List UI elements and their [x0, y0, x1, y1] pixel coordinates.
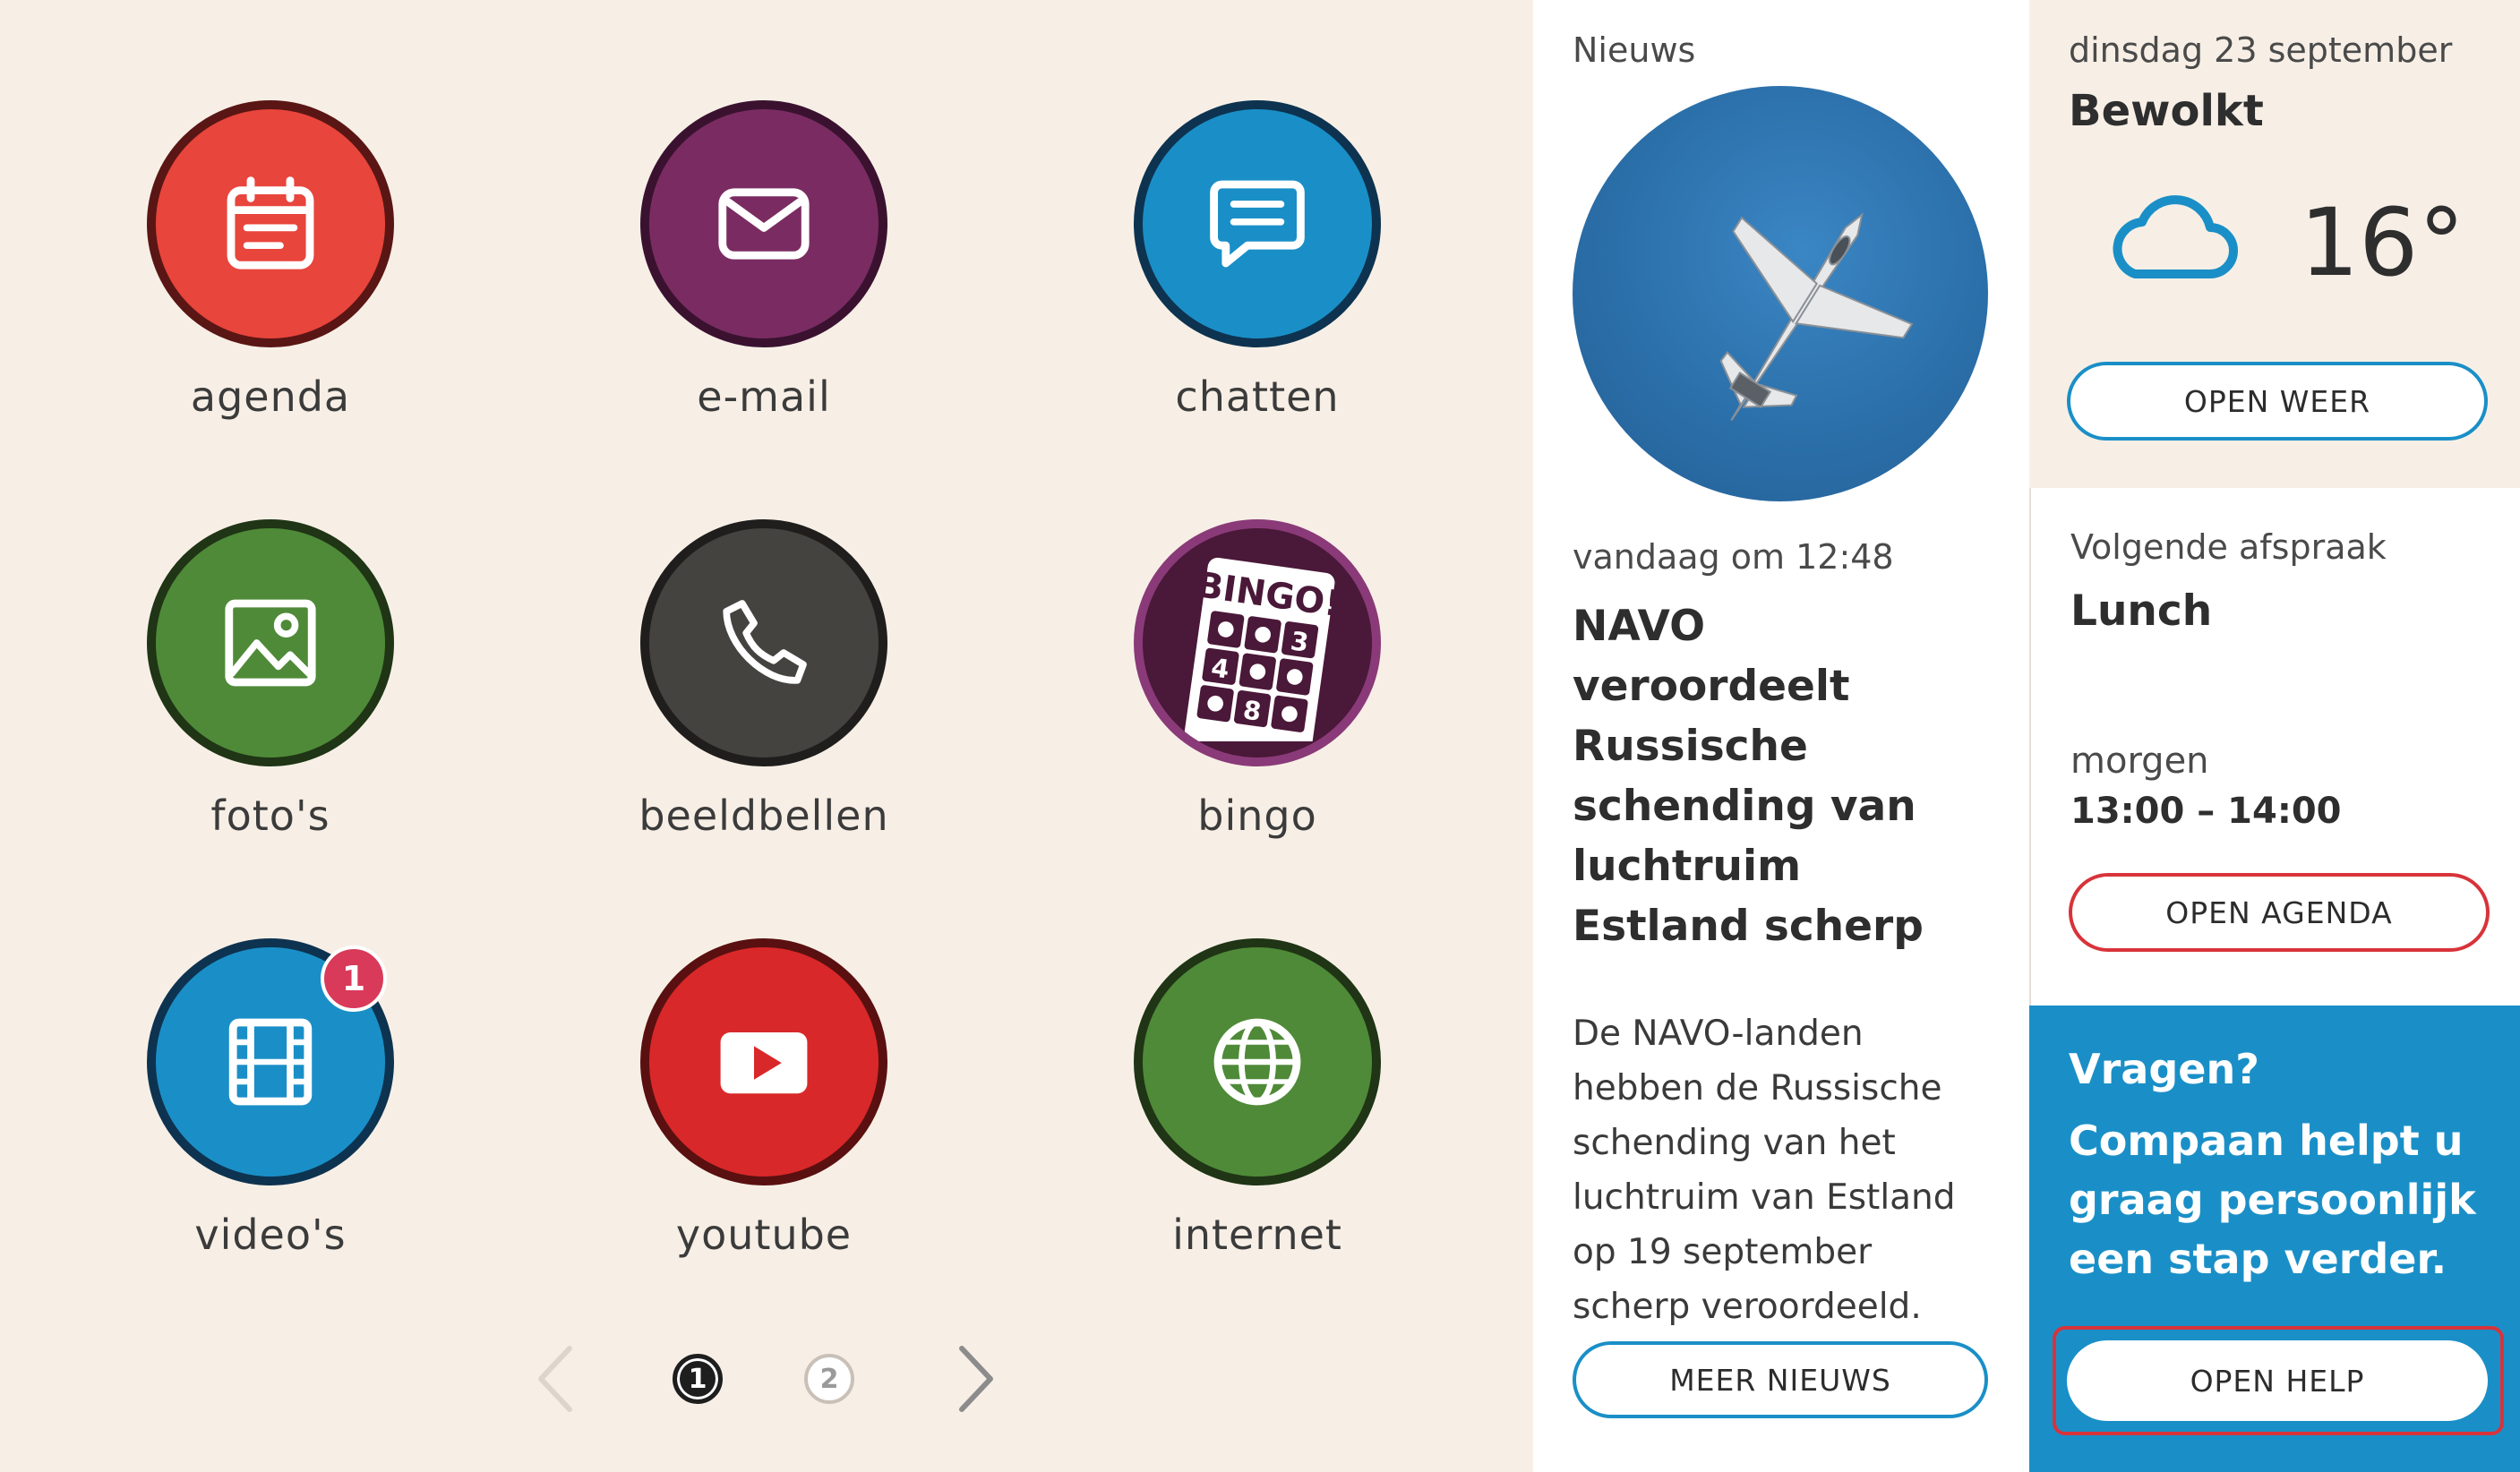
app-internet[interactable]: internet: [1087, 938, 1427, 1259]
app-chatten[interactable]: chatten: [1087, 100, 1427, 421]
app-label: video's: [194, 1211, 347, 1259]
page-dot-1[interactable]: 1: [673, 1354, 723, 1404]
app-email[interactable]: e-mail: [594, 100, 934, 421]
open-weather-button[interactable]: OPEN WEER: [2067, 362, 2488, 441]
film-icon: [228, 1018, 313, 1106]
app-agenda-circle[interactable]: [147, 100, 394, 347]
app-bingo-circle[interactable]: BINGO! 3 4 8: [1134, 519, 1381, 766]
cloud-icon: [2113, 195, 2238, 278]
next-appointment-label: Volgende afspraak: [2070, 527, 2387, 567]
prev-page-button[interactable]: [519, 1343, 591, 1415]
news-body: De NAVO-landen hebben de Russische schen…: [1573, 1014, 1956, 1327]
more-news-button[interactable]: MEER NIEUWS: [1573, 1341, 1988, 1418]
calendar-icon: [227, 176, 314, 270]
open-agenda-button[interactable]: OPEN AGENDA: [2069, 873, 2490, 952]
app-grid: agenda e-mail chatten foto's beeldbellen…: [0, 0, 1533, 1472]
chevron-right-icon: [959, 1346, 993, 1412]
news-panel: Nieuws vandaag om 12:48 NAVO veroordeelt…: [1533, 0, 2029, 1472]
weather-row: 16°: [2069, 188, 2481, 297]
pagination: 1 2: [0, 1343, 1533, 1415]
app-chatten-circle[interactable]: [1134, 100, 1381, 347]
appointment-day: morgen: [2070, 740, 2209, 782]
app-videos-circle[interactable]: 1: [147, 938, 394, 1185]
app-youtube-circle[interactable]: [640, 938, 887, 1185]
bingo-card-icon: BINGO! 3 4 8: [1184, 557, 1343, 741]
envelope-icon: [718, 188, 810, 260]
app-label: internet: [1172, 1211, 1342, 1259]
app-internet-circle[interactable]: [1134, 938, 1381, 1185]
app-fotos-circle[interactable]: [147, 519, 394, 766]
open-help-button[interactable]: OPEN HELP: [2067, 1340, 2488, 1421]
app-label: agenda: [190, 372, 351, 421]
next-appointment-panel: Volgende afspraak Lunch morgen 13:00 – 1…: [2029, 488, 2520, 1006]
page-dot-2[interactable]: 2: [804, 1354, 854, 1404]
image-icon: [225, 599, 316, 687]
play-icon: [720, 1032, 808, 1094]
app-beeldbellen[interactable]: beeldbellen: [594, 519, 934, 840]
news-image[interactable]: [1573, 86, 1988, 501]
app-label: e-mail: [697, 372, 831, 421]
app-label: beeldbellen: [639, 792, 889, 840]
news-headline[interactable]: NAVO veroordeelt Russische schending van…: [1573, 596, 1990, 956]
app-youtube[interactable]: youtube: [594, 938, 934, 1259]
weather-temperature: 16°: [2300, 188, 2465, 297]
app-label: chatten: [1175, 372, 1340, 421]
app-videos[interactable]: 1 video's: [100, 938, 441, 1259]
weather-panel: dinsdag 23 september Bewolkt 16° OPEN WE…: [2029, 0, 2520, 488]
app-agenda[interactable]: agenda: [100, 100, 441, 421]
app-label: youtube: [675, 1211, 853, 1259]
help-panel: Vragen? Compaan helpt u graag persoonlij…: [2029, 1006, 2520, 1472]
app-beeldbellen-circle[interactable]: [640, 519, 887, 766]
help-text: Compaan helpt u graag persoonlijk een st…: [2069, 1117, 2476, 1283]
app-label: bingo: [1197, 792, 1317, 840]
weather-condition: Bewolkt: [2069, 86, 2264, 136]
help-question: Vragen?: [2069, 1045, 2259, 1093]
chevron-left-icon: [538, 1346, 572, 1412]
globe-icon: [1213, 1018, 1301, 1106]
chat-bubble-icon: [1210, 180, 1305, 268]
app-bingo[interactable]: BINGO! 3 4 8 bingo: [1087, 519, 1427, 840]
appointment-time: 13:00 – 14:00: [2070, 791, 2342, 832]
phone-icon: [723, 600, 807, 684]
news-section-label: Nieuws: [1573, 30, 1696, 70]
app-email-circle[interactable]: [640, 100, 887, 347]
app-label: foto's: [210, 792, 330, 840]
appointment-title: Lunch: [2070, 586, 2213, 636]
weather-date: dinsdag 23 september: [2069, 30, 2453, 70]
next-page-button[interactable]: [940, 1343, 1012, 1415]
fighter-jet-image: [1719, 212, 1914, 421]
news-timestamp: vandaag om 12:48: [1573, 537, 1894, 577]
app-fotos[interactable]: foto's: [100, 519, 441, 840]
notification-badge: 1: [321, 946, 387, 1012]
